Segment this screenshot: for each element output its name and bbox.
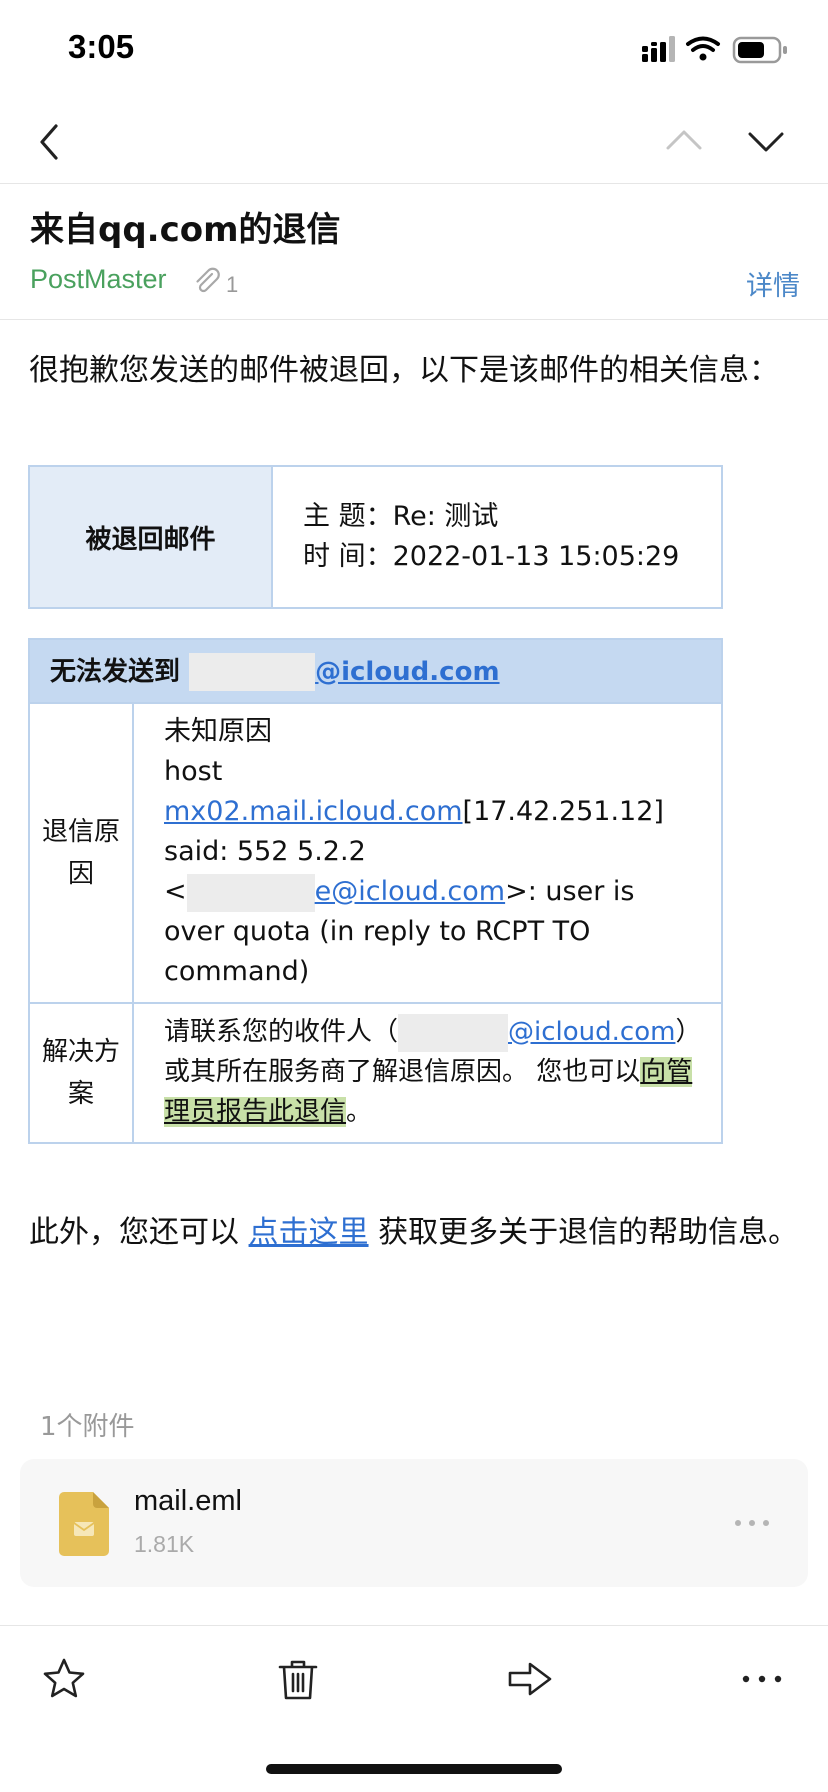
mail-file-icon: [59, 1492, 109, 1556]
header-divider: [0, 319, 828, 320]
cellular-signal-icon: [642, 36, 675, 62]
help-text: 此外，您还可以 点击这里 获取更多关于退信的帮助信息。: [29, 1215, 799, 1250]
more-horizontal-icon[interactable]: [738, 1655, 786, 1703]
chevron-left-icon[interactable]: [26, 118, 74, 166]
reason-text: 未知原因 host mx02.mail.icloud.com[17.42.251…: [164, 716, 664, 987]
attachment-indicator[interactable]: 1: [192, 266, 238, 300]
wifi-icon: [686, 36, 720, 61]
chevron-up-icon[interactable]: [660, 118, 708, 166]
click-here-link[interactable]: 点击这里: [249, 1215, 369, 1250]
battery-icon: [732, 36, 787, 64]
solution-content: 请联系您的收件人（ @icloud.com）或其所在服务商了解退信原因。 您也可以…: [132, 1002, 723, 1144]
trash-icon[interactable]: [274, 1655, 322, 1703]
recipient-email-link[interactable]: e@icloud.com: [315, 876, 505, 907]
solution-text: 请联系您的收件人（ @icloud.com）或其所在服务商了解退信原因。 您也可以…: [164, 1012, 703, 1132]
host-link[interactable]: mx02.mail.icloud.com: [164, 796, 463, 827]
redacted-email: [189, 653, 316, 692]
toolbar-divider: [0, 1625, 828, 1626]
paperclip-icon: [196, 267, 220, 293]
more-horizontal-icon[interactable]: [732, 1507, 772, 1539]
nav-bar: [0, 100, 828, 184]
reason-label: 退信原因: [28, 702, 134, 1004]
details-link[interactable]: 详情: [746, 264, 800, 303]
star-icon[interactable]: [40, 1655, 88, 1703]
failure-header: 无法发送到 @icloud.com: [28, 638, 723, 704]
attachment-item[interactable]: mail.eml 1.81K: [20, 1459, 808, 1587]
status-icons: [642, 36, 787, 64]
reason-content: 未知原因 host mx02.mail.icloud.com[17.42.251…: [132, 702, 723, 1004]
sender-row: PostMaster 1 详情: [30, 264, 800, 304]
status-time: 3:05: [68, 28, 135, 65]
home-indicator: [266, 1764, 562, 1774]
redacted-email: [398, 1013, 509, 1052]
returned-subject: 主 题：Re: 测试: [303, 501, 499, 532]
attachment-count: 1: [226, 272, 239, 297]
delivery-failure-table: 无法发送到 @icloud.com 退信原因 未知原因 host mx02.ma…: [28, 638, 723, 1144]
returned-mail-header: 被退回邮件: [28, 465, 273, 609]
status-bar: 3:05: [0, 0, 828, 100]
returned-time: 时 间：2022-01-13 15:05:29: [303, 541, 680, 572]
intro-text: 很抱歉您发送的邮件被退回，以下是该邮件的相关信息：: [29, 353, 779, 388]
redacted-email: [186, 873, 315, 912]
solution-label: 解决方案: [28, 1002, 134, 1144]
failure-recipient-link[interactable]: @icloud.com: [315, 657, 499, 687]
returned-mail-table: 被退回邮件 主 题：Re: 测试 时 间：2022-01-13 15:05:29: [28, 465, 723, 609]
attachment-size: 1.81K: [134, 1531, 195, 1557]
sender-name[interactable]: PostMaster: [30, 264, 167, 294]
solution-email-link[interactable]: @icloud.com: [508, 1017, 675, 1047]
attachments-label: 1个附件: [40, 1412, 135, 1442]
forward-arrow-icon[interactable]: [506, 1655, 554, 1703]
email-subject: 来自qq.com的退信: [30, 210, 341, 250]
attachment-name: mail.eml: [134, 1485, 242, 1517]
chevron-down-icon[interactable]: [742, 118, 790, 166]
